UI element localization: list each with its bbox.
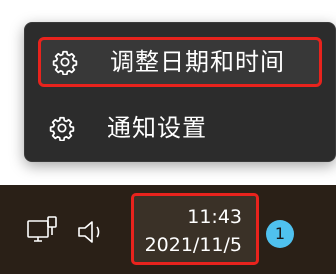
- context-menu: 调整日期和时间 通知设置: [24, 22, 336, 162]
- notification-badge[interactable]: 1: [266, 220, 294, 248]
- taskbar: 11:43 2021/11/5 1: [0, 185, 336, 274]
- network-icon[interactable]: [26, 215, 60, 247]
- clock-time: 11:43: [187, 206, 242, 228]
- gear-icon: [49, 116, 75, 141]
- menu-item-label: 调整日期和时间: [110, 48, 285, 76]
- menu-item-notification-settings[interactable]: 通知设置: [37, 105, 323, 151]
- taskbar-clock[interactable]: 11:43 2021/11/5: [131, 193, 259, 265]
- menu-item-adjust-date-time[interactable]: 调整日期和时间: [38, 37, 322, 87]
- clock-date: 2021/11/5: [144, 234, 242, 256]
- menu-item-label: 通知设置: [107, 114, 207, 142]
- gear-icon: [52, 50, 78, 75]
- volume-icon[interactable]: [76, 218, 108, 246]
